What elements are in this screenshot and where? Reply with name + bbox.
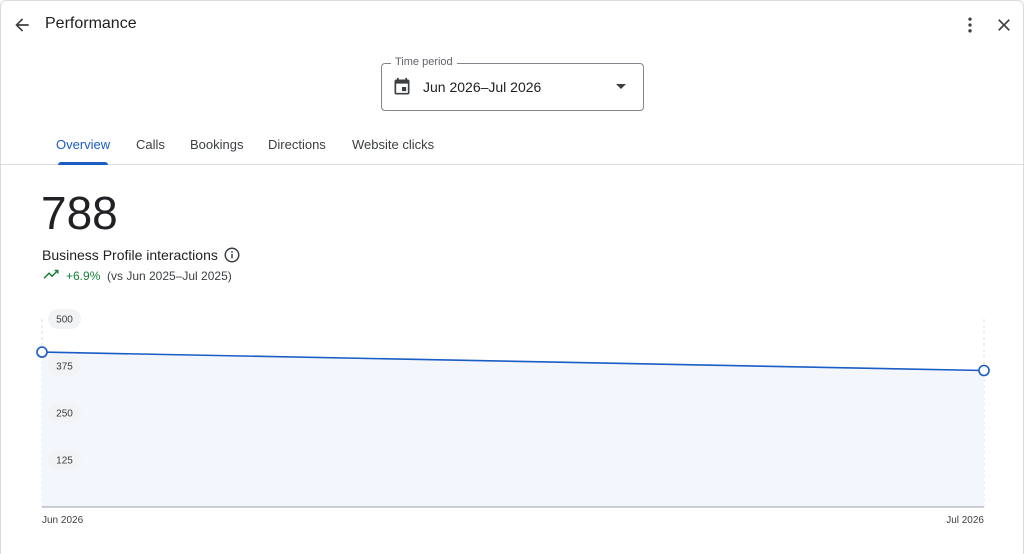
- y-tick-label: 500: [48, 309, 81, 329]
- page-title: Performance: [45, 15, 137, 32]
- arrow-drop-down-icon: [616, 84, 626, 89]
- y-tick-label: 375: [48, 356, 81, 376]
- y-tick-label: 125: [48, 450, 81, 470]
- chart-area-fill: [42, 352, 984, 507]
- x-tick-label: Jul 2026: [946, 515, 984, 526]
- time-period-label: Time period: [391, 56, 457, 68]
- dialog-header: Performance: [1, 1, 1023, 51]
- metric-label: Business Profile interactions: [42, 247, 218, 263]
- arrow-back-icon: [15, 18, 29, 32]
- interactions-chart: 125 250 375 500 Jun 2026 Jul 2026: [36, 309, 990, 526]
- more-vert-icon: [968, 17, 972, 33]
- tab-directions[interactable]: Directions: [268, 137, 326, 152]
- trend-percentage: +6.9%: [66, 269, 101, 283]
- tab-overview[interactable]: Overview: [56, 137, 110, 152]
- active-tab-indicator: [58, 162, 108, 165]
- calendar-icon: [394, 77, 410, 95]
- trend-comparison: (vs Jun 2025–Jul 2025): [107, 269, 232, 283]
- tab-website-clicks[interactable]: Website clicks: [352, 137, 434, 152]
- y-tick-text: 500: [56, 315, 73, 326]
- performance-dialog: Performance Time period Jun 2026–Jul 202…: [0, 0, 1024, 554]
- metric-total: 788: [41, 187, 118, 239]
- time-period-value: Jun 2026–Jul 2026: [423, 79, 542, 95]
- data-point[interactable]: [36, 346, 48, 358]
- close-button[interactable]: [988, 9, 1020, 41]
- back-button[interactable]: [6, 9, 38, 41]
- close-icon: [998, 19, 1010, 31]
- time-period-select[interactable]: Time period Jun 2026–Jul 2026: [381, 56, 644, 111]
- y-tick-text: 375: [56, 362, 73, 373]
- tab-bookings[interactable]: Bookings: [190, 137, 243, 152]
- x-tick-label: Jun 2026: [42, 515, 84, 526]
- more-options-button[interactable]: [954, 9, 986, 41]
- data-point[interactable]: [978, 364, 990, 377]
- tab-bar: Overview Calls Bookings Directions Websi…: [1, 129, 1023, 165]
- y-tick-label: 250: [48, 403, 81, 423]
- y-tick-text: 250: [56, 409, 73, 420]
- y-tick-text: 125: [56, 456, 73, 467]
- info-icon[interactable]: [223, 246, 241, 264]
- tab-calls[interactable]: Calls: [136, 137, 165, 152]
- trending-up-icon: [43, 269, 59, 279]
